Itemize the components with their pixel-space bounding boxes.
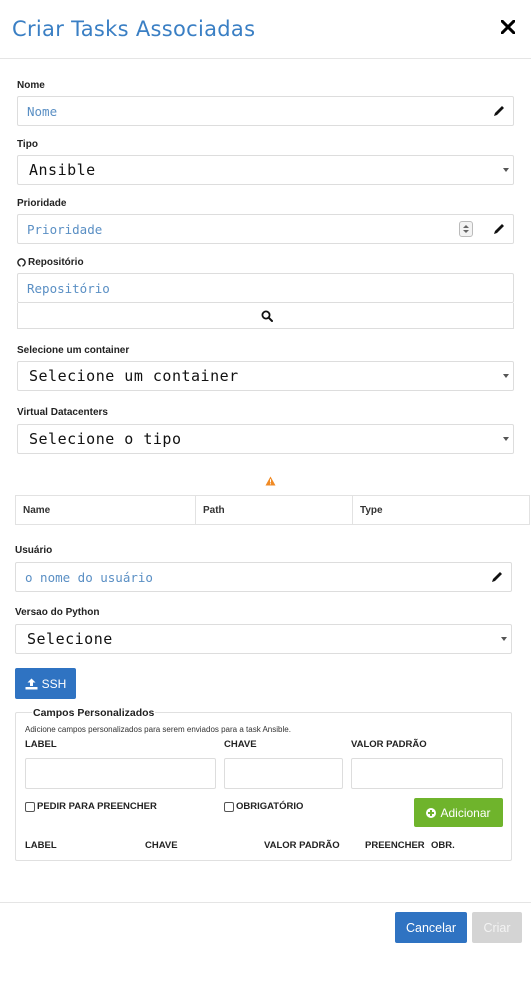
obrigatorio-label: OBRIGATÓRIO [236,801,304,812]
create-button[interactable]: Criar [472,912,522,943]
cf-valor-input[interactable] [351,758,503,789]
tipo-select[interactable]: Ansible [17,155,514,185]
repositorio-label-row: Repositório [17,257,84,268]
custom-fields-legend: Campos Personalizados [32,707,156,719]
search-icon [261,310,273,322]
vdc-label: Virtual Datacenters [17,407,108,418]
footer-divider [0,902,531,903]
number-spinner[interactable] [459,221,473,237]
cf-col-chave: CHAVE [145,840,178,851]
nome-label: Nome [17,80,45,91]
checkbox-box[interactable] [25,801,35,812]
pedir-preencher-label: PEDIR PARA PREENCHER [37,801,157,812]
vdc-table: Name Path Type [15,495,530,525]
python-value: Selecione [27,630,113,648]
checkbox-box[interactable] [224,801,234,812]
cf-chave-input[interactable] [224,758,343,789]
vdc-select[interactable]: Selecione o tipo [17,424,514,454]
pencil-icon [492,572,502,582]
chevron-down-icon [503,168,509,172]
modal-header: Criar Tasks Associadas [0,0,531,59]
prioridade-input[interactable]: Prioridade [17,214,514,244]
cf-col-label: LABEL [25,840,57,851]
usuario-input[interactable]: o nome do usuário [15,562,512,592]
tipo-value: Ansible [29,161,96,179]
nome-input[interactable]: Nome [17,96,514,126]
pencil-icon [494,106,504,116]
add-label: Adicionar [440,805,491,820]
custom-fields-hint: Adicione campos personalizados para sere… [25,725,291,734]
obrigatorio-checkbox[interactable]: OBRIGATÓRIO [224,801,303,812]
vdc-value: Selecione o tipo [29,430,182,448]
cf-label-label: LABEL [25,739,57,750]
usuario-placeholder: o nome do usuário [25,569,153,585]
upload-icon [25,678,38,689]
vdc-col-name: Name [16,496,196,524]
prioridade-label: Prioridade [17,198,67,209]
repositorio-search-button[interactable] [17,303,514,329]
github-icon [17,258,26,267]
modal-title: Criar Tasks Associadas [12,17,256,41]
usuario-label: Usuário [15,545,53,556]
cf-col-obr: OBR. [431,840,455,851]
warning-icon [265,476,276,486]
pedir-preencher-checkbox[interactable]: PEDIR PARA PREENCHER [25,801,157,812]
repositorio-input[interactable]: Repositório [17,273,514,303]
repositorio-label: Repositório [28,257,84,268]
ssh-label: SSH [41,676,67,691]
add-custom-field-button[interactable]: Adicionar [414,798,503,827]
container-select[interactable]: Selecione um container [17,361,514,391]
cancel-button[interactable]: Cancelar [395,912,467,943]
chevron-down-icon [501,637,507,641]
cf-chave-label: CHAVE [224,739,257,750]
chevron-down-icon [503,374,509,378]
cf-valor-label: VALOR PADRÃO [351,739,427,750]
cf-label-input[interactable] [25,758,216,789]
cf-col-preencher: PREENCHER [365,840,425,851]
plus-circle-icon [426,807,437,818]
ssh-upload-button[interactable]: SSH [15,668,76,699]
chevron-down-icon [503,437,509,441]
cf-col-valor: VALOR PADRÃO [264,840,340,851]
close-icon [500,19,516,35]
python-label: Versao do Python [15,607,100,618]
container-value: Selecione um container [29,367,239,385]
repositorio-placeholder: Repositório [27,280,110,296]
python-select[interactable]: Selecione [15,624,512,654]
container-label: Selecione um container [17,345,130,356]
pencil-icon [494,224,504,234]
vdc-col-path: Path [196,496,353,524]
nome-placeholder: Nome [27,103,58,119]
prioridade-placeholder: Prioridade [27,221,103,237]
tipo-label: Tipo [17,139,38,150]
close-button[interactable] [497,14,519,40]
vdc-col-type: Type [360,504,383,516]
